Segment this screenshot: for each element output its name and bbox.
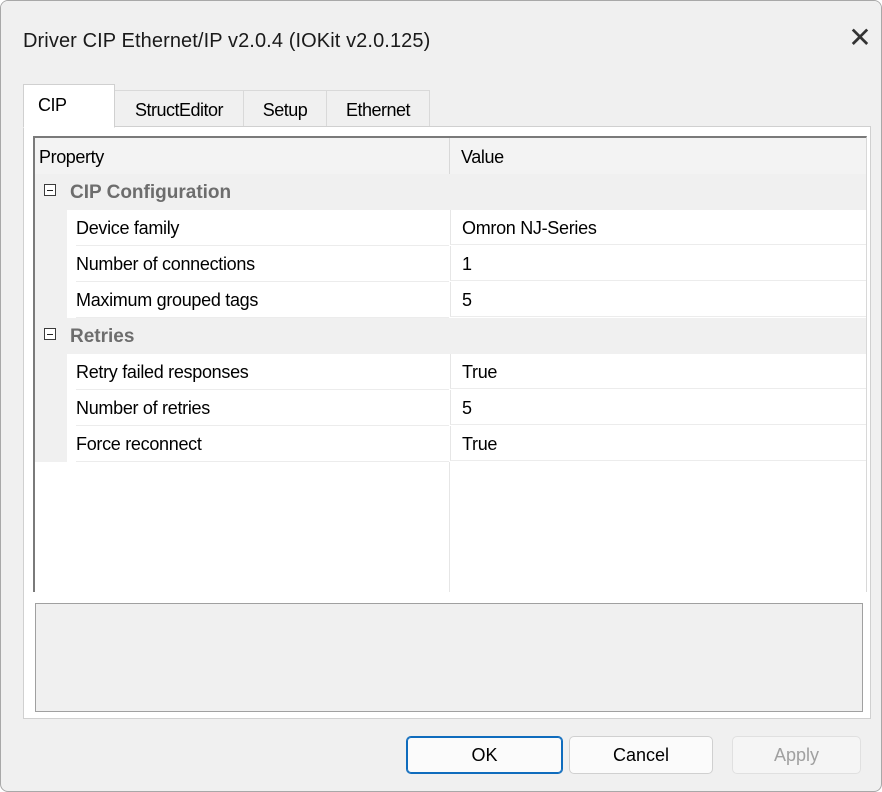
description-pane [35,603,863,712]
property-grid[interactable]: Property Value CIP Configuration Device … [33,136,867,592]
property-name[interactable]: Force reconnect [76,426,449,462]
row-gutter [35,390,67,426]
property-value[interactable]: True [450,426,866,461]
driver-dialog: Driver CIP Ethernet/IP v2.0.4 (IOKit v2.… [0,0,882,792]
grid-header: Property Value [35,138,866,175]
category-label: CIP Configuration [70,182,232,203]
property-row-device-family[interactable]: Device family Omron NJ-Series [35,210,866,246]
property-value[interactable]: Omron NJ-Series [450,210,866,245]
property-value[interactable]: True [450,354,866,389]
property-name[interactable]: Number of connections [76,246,449,282]
property-value[interactable]: 5 [450,282,866,317]
ok-button[interactable]: OK [406,736,563,774]
property-row-maximum-grouped-tags[interactable]: Maximum grouped tags 5 [35,282,866,318]
row-gutter [35,354,67,390]
column-separator [449,462,450,592]
property-name[interactable]: Number of retries [76,390,449,426]
property-name[interactable]: Retry failed responses [76,354,449,390]
category-retries[interactable]: Retries [35,318,866,354]
property-row-retry-failed-responses[interactable]: Retry failed responses True [35,354,866,390]
tab-cip[interactable]: CIP [23,84,115,128]
collapse-icon[interactable] [44,328,56,340]
category-cip-configuration[interactable]: CIP Configuration [35,174,866,210]
column-header-property[interactable]: Property [39,138,104,174]
row-gutter [35,426,67,462]
property-row-number-of-retries[interactable]: Number of retries 5 [35,390,866,426]
window-title: Driver CIP Ethernet/IP v2.0.4 (IOKit v2.… [23,30,431,52]
title-bar: Driver CIP Ethernet/IP v2.0.4 (IOKit v2.… [1,1,881,73]
row-gutter [35,210,67,246]
close-icon[interactable]: ✕ [845,23,875,53]
column-divider[interactable] [449,138,450,174]
row-gutter [35,282,67,318]
tab-panel-cip: Property Value CIP Configuration Device … [23,126,871,719]
property-value[interactable]: 1 [450,246,866,281]
collapse-icon[interactable] [44,184,56,196]
category-label: Retries [70,326,135,347]
column-header-value[interactable]: Value [461,138,504,174]
tab-ethernet[interactable]: Ethernet [326,90,430,128]
property-name[interactable]: Device family [76,210,449,246]
apply-button[interactable]: Apply [732,736,861,774]
tab-setup[interactable]: Setup [243,90,327,128]
property-value[interactable]: 5 [450,390,866,425]
property-name[interactable]: Maximum grouped tags [76,282,449,318]
row-gutter [35,246,67,282]
property-row-force-reconnect[interactable]: Force reconnect True [35,426,866,462]
tab-structeditor[interactable]: StructEditor [114,90,244,128]
cancel-button[interactable]: Cancel [569,736,713,774]
property-row-number-of-connections[interactable]: Number of connections 1 [35,246,866,282]
